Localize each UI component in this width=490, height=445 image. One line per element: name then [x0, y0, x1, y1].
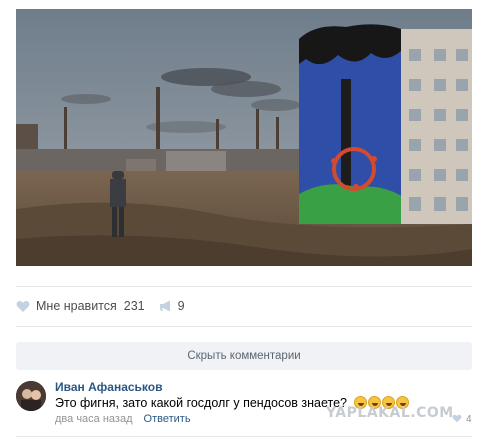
like-label: Мне нравится — [36, 299, 117, 313]
comment-meta: два часа назад Ответить — [55, 413, 191, 425]
like-button[interactable]: Мне нравится 231 — [16, 299, 145, 313]
divider — [16, 436, 472, 437]
heart-icon — [16, 300, 30, 312]
hide-comments-button[interactable]: Скрыть комментарии — [16, 342, 472, 370]
photo-illustration — [16, 9, 472, 266]
divider — [16, 326, 472, 327]
comment-text: Это фигня, зато какой госдолг у пендосов… — [55, 396, 348, 410]
watermark: YAPLAKAL.COM — [326, 405, 454, 421]
comment-like-count: 4 — [466, 414, 472, 425]
reply-link[interactable]: Ответить — [144, 413, 191, 425]
avatar-image — [16, 381, 46, 411]
share-count: 9 — [177, 299, 185, 313]
comment-heart-icon[interactable] — [452, 414, 462, 423]
post-actions: Мне нравится 231 9 — [16, 296, 185, 316]
avatar[interactable] — [16, 381, 46, 411]
post-photo[interactable] — [16, 9, 472, 266]
comment-author[interactable]: Иван Афанаськов — [55, 380, 162, 394]
share-button[interactable]: 9 — [159, 299, 185, 313]
comment-time[interactable]: два часа назад — [55, 413, 132, 425]
like-count: 231 — [123, 299, 145, 313]
megaphone-icon — [159, 300, 170, 312]
divider — [16, 286, 472, 287]
